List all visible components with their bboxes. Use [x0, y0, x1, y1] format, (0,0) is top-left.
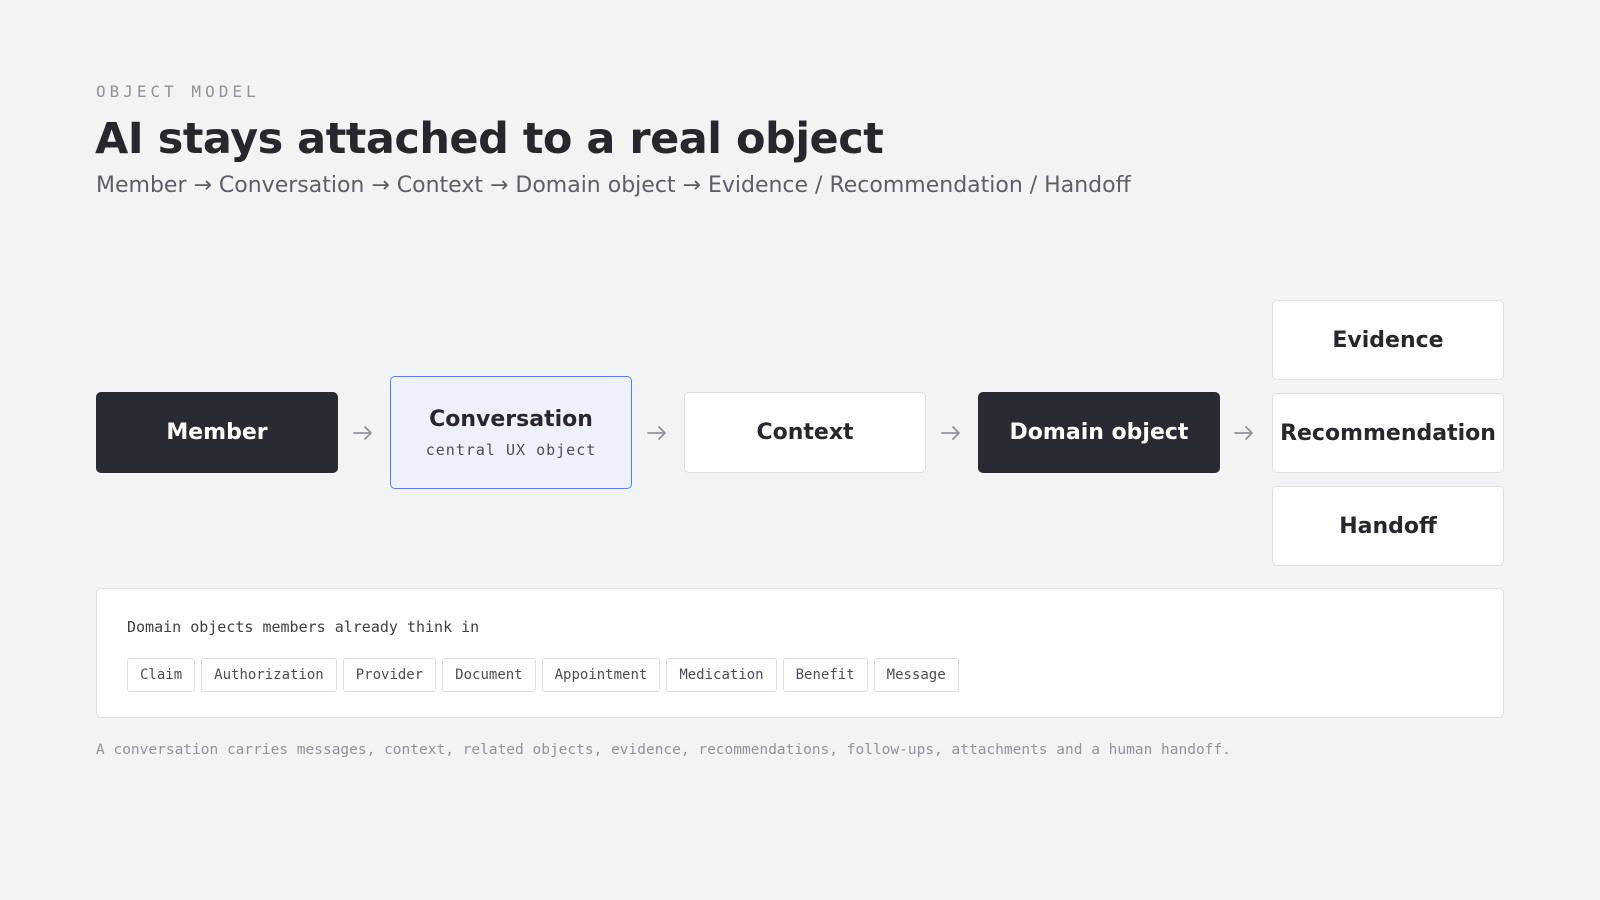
domain-object-chip-list: Claim Authorization Provider Document Ap… — [127, 658, 959, 692]
page-subtitle: Member → Conversation → Context → Domain… — [96, 173, 1131, 198]
node-conversation-label: Conversation — [429, 406, 593, 432]
footnote: A conversation carries messages, context… — [96, 742, 1231, 758]
node-context-label: Context — [756, 420, 854, 445]
chip-medication: Medication — [666, 658, 777, 692]
node-recommendation-label: Recommendation — [1280, 420, 1496, 446]
node-domain-object-label: Domain object — [1009, 420, 1189, 445]
node-evidence-label: Evidence — [1332, 327, 1444, 353]
node-member: Member — [96, 392, 338, 473]
chip-appointment: Appointment — [541, 658, 661, 692]
node-context: Context — [684, 392, 926, 473]
arrow-right-icon — [941, 426, 960, 440]
node-recommendation: Recommendation — [1272, 393, 1504, 473]
eyebrow-label: OBJECT MODEL — [96, 82, 260, 101]
node-domain-object: Domain object — [978, 392, 1220, 473]
arrow-right-icon — [353, 426, 372, 440]
chip-document: Document — [442, 658, 536, 692]
chip-benefit: Benefit — [782, 658, 868, 692]
node-member-label: Member — [166, 420, 268, 445]
node-evidence: Evidence — [1272, 300, 1504, 380]
arrow-right-icon — [1234, 426, 1253, 440]
node-conversation-sublabel: central UX object — [425, 440, 597, 459]
chip-authorization: Authorization — [201, 658, 337, 692]
node-handoff-label: Handoff — [1339, 513, 1437, 539]
domain-objects-panel: Domain objects members already think in … — [96, 588, 1504, 718]
chip-provider: Provider — [342, 658, 437, 692]
page-title: AI stays attached to a real object — [95, 114, 884, 164]
chip-claim: Claim — [127, 658, 196, 692]
arrow-right-icon — [647, 426, 666, 440]
node-conversation: Conversation central UX object — [390, 376, 632, 489]
chip-message: Message — [873, 658, 959, 692]
domain-objects-panel-title: Domain objects members already think in — [127, 618, 480, 636]
node-handoff: Handoff — [1272, 486, 1504, 566]
